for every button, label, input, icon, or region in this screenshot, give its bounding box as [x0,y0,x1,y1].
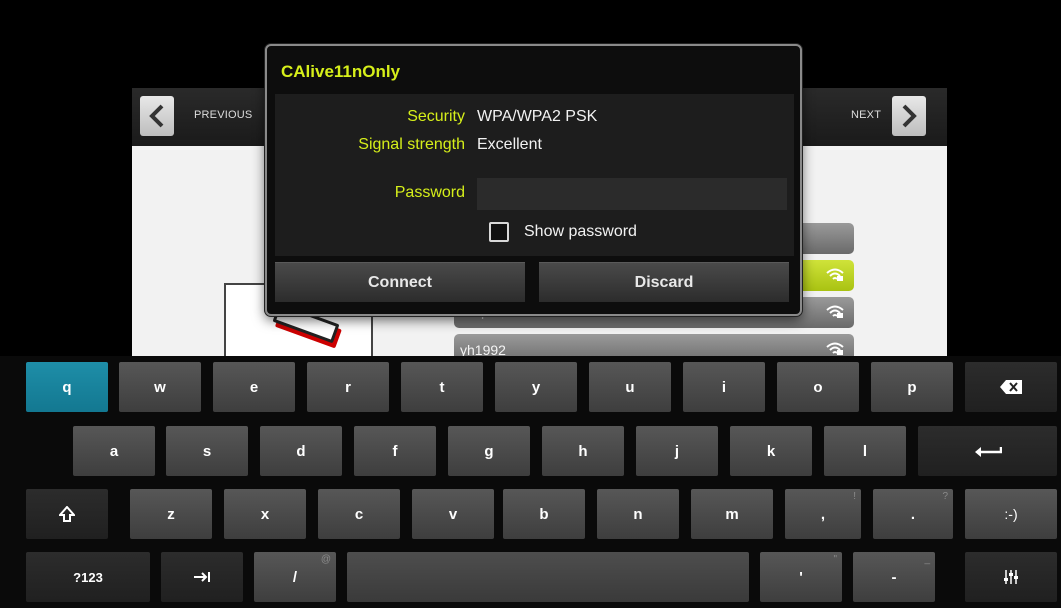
key-m[interactable]: m [691,489,773,539]
key-q[interactable]: q [26,362,108,412]
settings-sliders-icon [1004,570,1018,584]
key-c[interactable]: c [318,489,400,539]
key-period-label: . [910,505,916,523]
key-p[interactable]: p [871,362,953,412]
screen: PREVIOUS NEXT ChipAliveBiz11n yh1992 [0,0,1061,608]
backspace-key[interactable] [965,362,1057,412]
key-s[interactable]: s [166,426,248,476]
key-r[interactable]: r [307,362,389,412]
show-password-checkbox[interactable] [489,222,509,242]
key-n[interactable]: n [597,489,679,539]
key-dash-hint: _ [924,554,930,565]
shift-icon [59,506,75,522]
key-e[interactable]: e [213,362,295,412]
key-j[interactable]: j [636,426,718,476]
key-w[interactable]: w [119,362,201,412]
wifi-connect-dialog: CAlive11nOnly Security WPA/WPA2 PSK Sign… [265,44,802,316]
space-key[interactable] [347,552,749,602]
wifi-lock-icon [826,268,844,281]
tab-key[interactable] [161,552,243,602]
next-button[interactable] [892,96,926,136]
key-y[interactable]: y [495,362,577,412]
key-apostrophe[interactable]: ' " [760,552,842,602]
key-period[interactable]: . ? [873,489,953,539]
dialog-title: CAlive11nOnly [281,62,401,81]
discard-button[interactable]: Discard [539,262,789,302]
signal-strength-label: Signal strength [358,136,465,153]
key-v[interactable]: v [412,489,494,539]
key-g[interactable]: g [448,426,530,476]
key-l[interactable]: l [824,426,906,476]
key-a[interactable]: a [73,426,155,476]
chevron-right-icon [902,104,917,128]
smiley-key[interactable]: :-) [965,489,1057,539]
backspace-icon [1000,380,1022,394]
security-value: WPA/WPA2 PSK [477,108,598,125]
enter-key[interactable] [918,426,1057,476]
connect-button[interactable]: Connect [275,262,525,302]
symbols-key[interactable]: ?123 [26,552,150,602]
chevron-left-icon [149,104,164,128]
signal-strength-value: Excellent [477,136,542,153]
key-period-hint: ? [942,491,948,502]
password-input[interactable] [477,178,787,210]
dialog-body: Security WPA/WPA2 PSK Signal strength Ex… [275,94,794,256]
key-comma[interactable]: , ! [785,489,861,539]
key-dash[interactable]: - _ [853,552,935,602]
on-screen-keyboard: q w e r t y u i o p a s d f g h j k l z … [0,356,1061,608]
previous-label: PREVIOUS [194,109,253,121]
shift-key[interactable] [26,489,108,539]
key-i[interactable]: i [683,362,765,412]
tab-icon [194,572,210,582]
key-x[interactable]: x [224,489,306,539]
key-o[interactable]: o [777,362,859,412]
key-b[interactable]: b [503,489,585,539]
wifi-lock-icon [826,342,844,355]
key-f[interactable]: f [354,426,436,476]
key-slash-hint: @ [320,554,331,565]
wifi-lock-icon [826,305,844,318]
key-comma-label: , [820,505,826,523]
key-u[interactable]: u [589,362,671,412]
show-password-label[interactable]: Show password [524,223,637,241]
key-dash-label: - [891,568,897,586]
key-comma-hint: ! [853,491,856,502]
next-label: NEXT [851,109,882,121]
previous-button[interactable] [140,96,174,136]
password-label: Password [394,184,465,201]
key-d[interactable]: d [260,426,342,476]
enter-icon [974,447,1002,457]
key-k[interactable]: k [730,426,812,476]
key-h[interactable]: h [542,426,624,476]
key-z[interactable]: z [130,489,212,539]
key-apostrophe-label: ' [799,568,803,586]
key-t[interactable]: t [401,362,483,412]
key-slash-label: / [292,568,298,586]
security-label: Security [407,108,465,125]
keyboard-settings-key[interactable] [965,552,1057,602]
key-apostrophe-hint: " [833,554,837,565]
key-slash[interactable]: / @ [254,552,336,602]
